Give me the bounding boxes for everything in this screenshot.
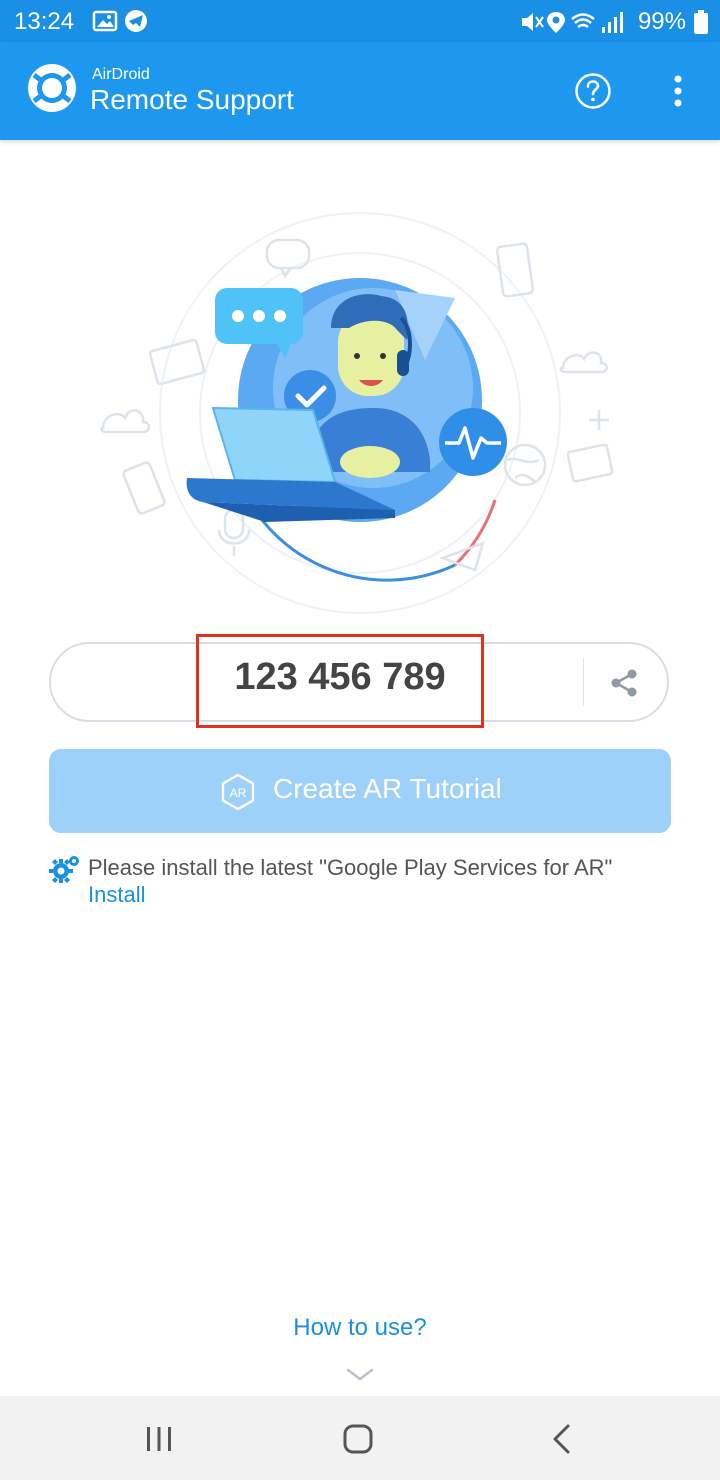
wifi-icon xyxy=(571,13,595,29)
recent-apps-icon[interactable] xyxy=(144,1425,174,1453)
pill-divider xyxy=(583,658,584,706)
home-icon[interactable] xyxy=(342,1423,374,1455)
location-icon xyxy=(546,12,565,33)
status-system-icons xyxy=(521,12,623,33)
more-vert-icon[interactable] xyxy=(664,72,692,110)
mute-icon xyxy=(521,13,544,31)
chevron-down-icon[interactable] xyxy=(346,1368,374,1382)
gear-icon xyxy=(49,856,79,883)
app-brand: AirDroid xyxy=(92,66,150,83)
battery-icon xyxy=(694,10,708,34)
telegram-icon xyxy=(125,10,147,32)
plus-outline-icon xyxy=(589,410,609,430)
how-to-use-link[interactable]: How to use? xyxy=(0,1314,720,1342)
create-ar-tutorial-label: Create AR Tutorial xyxy=(273,773,502,804)
status-time: 13:24 xyxy=(14,8,75,35)
ar-icon: AR xyxy=(221,773,255,811)
lifebuoy-logo-icon xyxy=(28,64,76,112)
ar-services-notice: Please install the latest "Google Play S… xyxy=(88,855,613,880)
connection-id-highlight-box xyxy=(196,634,484,728)
image-icon xyxy=(92,10,118,32)
ar-icon-text: AR xyxy=(230,786,247,800)
chat-outline-icon xyxy=(265,238,311,279)
battery-percent: 99% xyxy=(637,8,686,35)
support-agent-illustration xyxy=(100,212,614,614)
create-ar-tutorial-button[interactable]: AR Create AR Tutorial xyxy=(49,749,671,833)
share-icon[interactable] xyxy=(606,666,642,700)
status-notification-icons xyxy=(92,10,147,32)
status-right-area: 99% xyxy=(520,8,708,36)
back-icon[interactable] xyxy=(550,1423,572,1455)
app-title: Remote Support xyxy=(90,84,294,115)
status-bar: 13:24 99% xyxy=(0,0,720,42)
pulse-icon xyxy=(439,408,507,476)
help-icon[interactable] xyxy=(574,72,612,110)
app-bar: AirDroid Remote Support xyxy=(0,42,720,140)
install-link[interactable]: Install xyxy=(88,882,145,908)
mic-outline-icon xyxy=(217,508,251,556)
signal-icon xyxy=(601,12,623,33)
